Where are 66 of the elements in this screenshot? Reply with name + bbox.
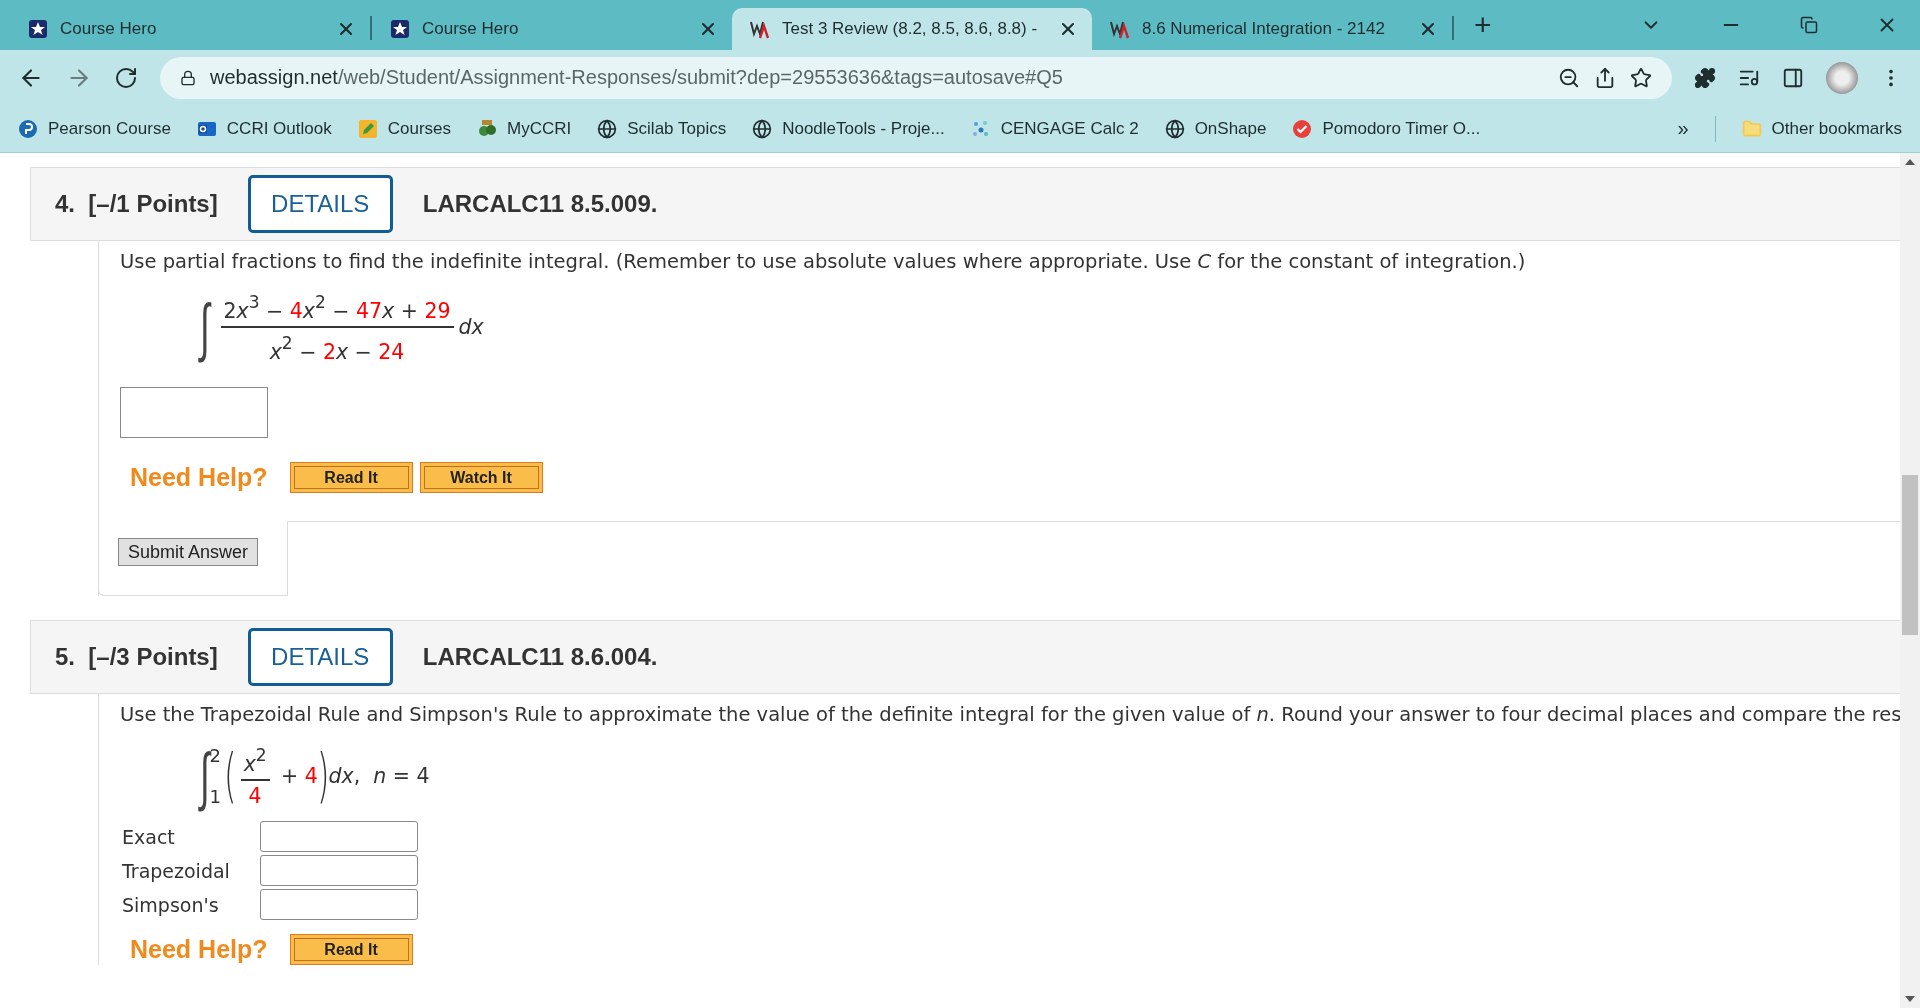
more-bookmarks-button[interactable]: » bbox=[1677, 117, 1689, 140]
bookmark-link[interactable]: CCRI Outlook bbox=[196, 118, 332, 139]
question-prompt: Use partial fractions to find the indefinite integral. (Remember to use absolute values where appropriate. Use C for the constant of integration.) bbox=[120, 249, 1527, 275]
question-points: 4. [–/1 Points] bbox=[55, 190, 218, 218]
question-code: LARCALC11 8.5.009. bbox=[422, 190, 658, 218]
mascot-icon bbox=[477, 118, 498, 139]
answer-label: Trapezoidal bbox=[121, 859, 231, 882]
answer-label: Exact bbox=[121, 825, 176, 848]
tab-title: Test 3 Review (8.2, 8.5, 8.6, 8.8) - bbox=[782, 19, 1039, 39]
submit-answer-button[interactable]: Submit Answer bbox=[118, 538, 259, 566]
reload-icon[interactable] bbox=[114, 65, 138, 90]
restore-icon[interactable] bbox=[1800, 16, 1818, 34]
dots-icon bbox=[970, 118, 991, 139]
answer-field[interactable] bbox=[120, 387, 268, 438]
side-panel-icon[interactable] bbox=[1782, 66, 1804, 89]
bookmark-link[interactable]: Other bookmarks bbox=[1741, 118, 1902, 139]
star-icon[interactable] bbox=[1630, 66, 1652, 89]
globe-icon bbox=[597, 118, 618, 139]
circle-logo-icon bbox=[18, 118, 38, 139]
answer-field[interactable] bbox=[260, 821, 418, 852]
help-button[interactable]: Read It bbox=[289, 462, 413, 493]
answer-field[interactable] bbox=[260, 855, 418, 886]
browser-tab[interactable]: Test 3 Review (8.2, 8.5, 8.6, 8.8) - bbox=[732, 8, 1092, 50]
zoom-out-icon[interactable] bbox=[1558, 66, 1580, 89]
pencil-icon bbox=[357, 118, 378, 139]
need-help-label: Need Help? bbox=[130, 463, 268, 492]
bookmark-link[interactable]: MyCCRI bbox=[477, 118, 572, 139]
tab-title: Course Hero bbox=[60, 19, 158, 39]
browser-tab[interactable]: Course Hero bbox=[10, 8, 370, 50]
puzzle-icon[interactable] bbox=[1694, 66, 1716, 89]
help-button[interactable]: Read It bbox=[289, 934, 413, 965]
url-text: webassign.net/web/Student/Assignment-Responses/submit?dep=29553636&tags=autosave#Q5 bbox=[210, 66, 1064, 89]
lock-icon bbox=[180, 69, 196, 86]
details-button[interactable]: DETAILS bbox=[247, 628, 393, 686]
bookmark-link[interactable]: Pomodoro Timer O... bbox=[1292, 118, 1481, 139]
scrollbar-thumb[interactable] bbox=[1902, 475, 1918, 635]
answer-label: Simpson's bbox=[121, 893, 220, 916]
answer-field[interactable] bbox=[260, 889, 418, 920]
help-button[interactable]: Watch It bbox=[419, 462, 543, 493]
w-a-logo-icon bbox=[750, 19, 770, 39]
folder-icon bbox=[1741, 118, 1762, 139]
bookmark-link[interactable]: OnShape bbox=[1164, 118, 1267, 139]
star-shield-icon bbox=[390, 19, 410, 39]
bookmark-link[interactable]: NoodleTools - Proje... bbox=[752, 118, 945, 139]
bookmark-link[interactable]: Courses bbox=[357, 118, 452, 139]
globe-icon bbox=[1164, 118, 1185, 139]
check-circle-icon bbox=[1292, 118, 1313, 139]
star-shield-icon bbox=[28, 19, 48, 39]
scrollbar[interactable] bbox=[1900, 153, 1920, 1008]
question-points: 5. [–/3 Points] bbox=[55, 643, 218, 671]
share-icon[interactable] bbox=[1594, 66, 1616, 89]
details-button[interactable]: DETAILS bbox=[247, 175, 393, 233]
bookmark-link[interactable]: Scilab Topics bbox=[597, 118, 727, 139]
bookmark-link[interactable]: Pearson Course bbox=[18, 118, 171, 139]
browser-tab[interactable]: 8.6 Numerical Integration - 2142 bbox=[1092, 8, 1452, 50]
address-bar[interactable]: webassign.net/web/Student/Assignment-Responses/submit?dep=29553636&tags=autosave#Q5 bbox=[160, 56, 1672, 99]
globe-icon bbox=[752, 118, 773, 139]
browser-tab[interactable]: Course Hero bbox=[372, 8, 732, 50]
question-prompt: Use the Trapezoidal Rule and Simpson's Rule to approximate the value of the definite integral for the given value of n. Round your answer to four decimal places and compare the res bbox=[120, 702, 1900, 728]
tab-title: 8.6 Numerical Integration - 2142 bbox=[1142, 19, 1386, 39]
need-help-label: Need Help? bbox=[130, 935, 268, 964]
bookmark-link[interactable]: CENGAGE Calc 2 bbox=[970, 118, 1139, 139]
tab-title: Course Hero bbox=[422, 19, 520, 39]
w-a-logo-icon bbox=[1110, 19, 1130, 39]
new-tab-button[interactable]: + bbox=[1470, 10, 1496, 40]
question-code: LARCALC11 8.6.004. bbox=[422, 643, 658, 671]
